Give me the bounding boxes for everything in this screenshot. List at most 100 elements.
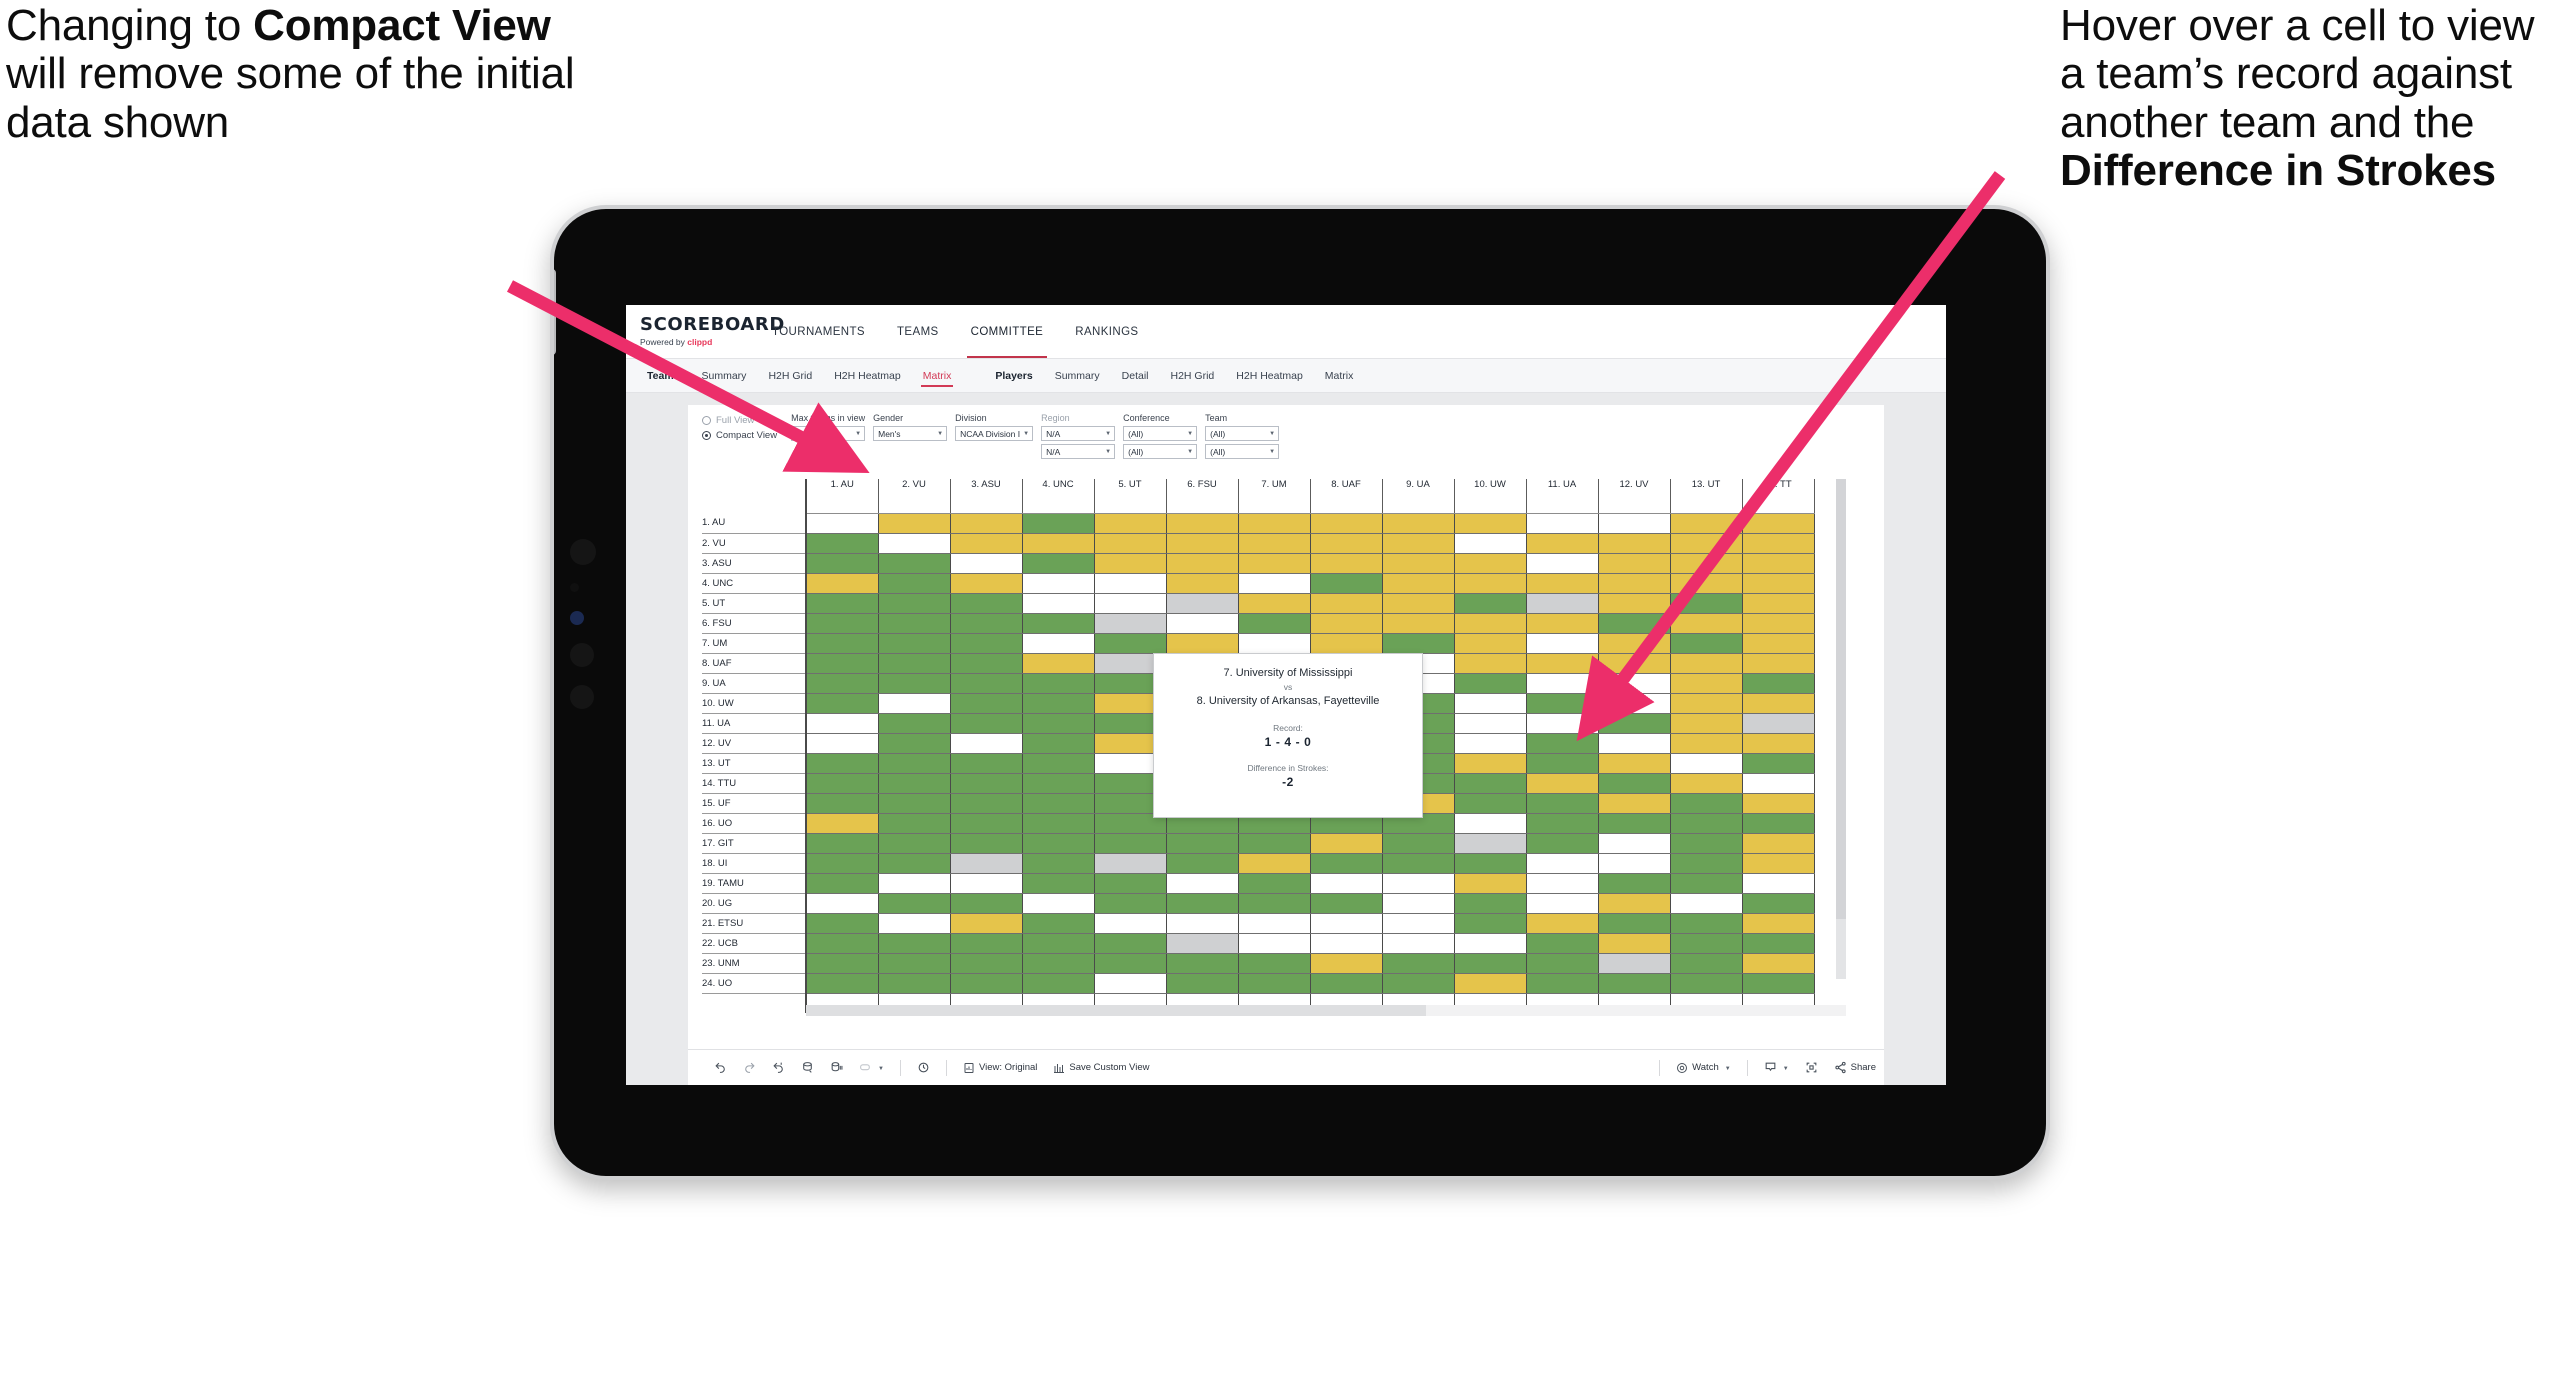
matrix-cell[interactable] [1382, 593, 1455, 614]
matrix-cell[interactable] [1670, 573, 1743, 594]
matrix-cell[interactable] [1598, 913, 1671, 934]
matrix-row-header[interactable]: 20. UG [702, 893, 807, 914]
matrix-cell[interactable] [1670, 753, 1743, 774]
matrix-cell[interactable] [1022, 533, 1095, 554]
matrix-row-header[interactable]: 16. UO [702, 813, 807, 834]
matrix-cell[interactable] [950, 973, 1023, 994]
matrix-cell[interactable] [805, 793, 879, 814]
matrix-cell[interactable] [1238, 873, 1311, 894]
matrix-cell[interactable] [1670, 793, 1743, 814]
matrix-cell[interactable] [1742, 613, 1815, 634]
matrix-cell[interactable] [1022, 773, 1095, 794]
matrix-cell[interactable] [878, 713, 951, 734]
matrix-cell[interactable] [805, 933, 879, 954]
matrix-cell[interactable] [1454, 673, 1527, 694]
subnav-item-players-summary[interactable]: Summary [1044, 359, 1111, 393]
matrix-cell[interactable] [950, 853, 1023, 874]
matrix-cell[interactable] [1742, 513, 1815, 534]
matrix-cell[interactable] [1238, 933, 1311, 954]
matrix-cell[interactable] [805, 693, 879, 714]
matrix-cell[interactable] [1094, 613, 1167, 634]
matrix-cell[interactable] [1742, 573, 1815, 594]
matrix-cell[interactable] [1382, 913, 1455, 934]
matrix-cell[interactable] [1310, 533, 1383, 554]
matrix-row-header[interactable]: 23. UNM [702, 953, 807, 974]
matrix-cell[interactable] [1742, 793, 1815, 814]
matrix-cell[interactable] [1526, 793, 1599, 814]
matrix-cell[interactable] [1454, 513, 1527, 534]
matrix-cell[interactable] [950, 873, 1023, 894]
matrix-cell[interactable] [1094, 893, 1167, 914]
matrix-cell[interactable] [1670, 873, 1743, 894]
matrix-cell[interactable] [878, 793, 951, 814]
matrix-cell[interactable] [1526, 633, 1599, 654]
matrix-cell[interactable] [1598, 593, 1671, 614]
matrix-cell[interactable] [1238, 893, 1311, 914]
matrix-cell[interactable] [1670, 673, 1743, 694]
matrix-row-header[interactable]: 8. UAF [702, 653, 807, 674]
matrix-cell[interactable] [1310, 913, 1383, 934]
topnav-item-committee[interactable]: COMMITTEE [955, 305, 1060, 358]
matrix-row-header[interactable]: 1. AU [702, 513, 807, 534]
matrix-col-header[interactable]: 13. UT [1670, 479, 1743, 514]
matrix-cell[interactable] [1742, 633, 1815, 654]
matrix-cell[interactable] [805, 893, 879, 914]
vertical-scrollbar[interactable] [1836, 479, 1846, 979]
matrix-cell[interactable] [1094, 853, 1167, 874]
matrix-col-header[interactable]: 10. UW [1454, 479, 1527, 514]
matrix-cell[interactable] [1526, 713, 1599, 734]
matrix-cell[interactable] [1742, 593, 1815, 614]
matrix-row-header[interactable]: 5. UT [702, 593, 807, 614]
matrix-row-header[interactable]: 18. UI [702, 853, 807, 874]
matrix-cell[interactable] [950, 513, 1023, 534]
matrix-cell[interactable] [950, 713, 1023, 734]
toolbar-redo-button[interactable] [735, 1061, 764, 1074]
matrix-cell[interactable] [1094, 873, 1167, 894]
matrix-cell[interactable] [805, 713, 879, 734]
matrix-cell[interactable] [1454, 853, 1527, 874]
matrix-cell[interactable] [1166, 833, 1239, 854]
filter-region-select-2[interactable]: N/A ▼ [1041, 444, 1116, 459]
matrix-cell[interactable] [878, 893, 951, 914]
matrix-cell[interactable] [1382, 633, 1455, 654]
matrix-cell[interactable] [1094, 593, 1167, 614]
matrix-cell[interactable] [1310, 833, 1383, 854]
matrix-col-header[interactable]: 11. UA [1526, 479, 1599, 514]
matrix-col-header[interactable]: 2. VU [878, 479, 951, 514]
matrix-cell[interactable] [1238, 553, 1311, 574]
matrix-cell[interactable] [1598, 573, 1671, 594]
matrix-cell[interactable] [1670, 893, 1743, 914]
matrix-cell[interactable] [1526, 833, 1599, 854]
matrix-cell[interactable] [1598, 613, 1671, 634]
filter-team-select-2[interactable]: (All) ▼ [1205, 444, 1280, 459]
matrix-cell[interactable] [1166, 513, 1239, 534]
matrix-cell[interactable] [1742, 773, 1815, 794]
matrix-cell[interactable] [1310, 633, 1383, 654]
matrix-cell[interactable] [1598, 653, 1671, 674]
matrix-cell[interactable] [950, 613, 1023, 634]
filter-conference-select-1[interactable]: (All) ▼ [1123, 426, 1198, 441]
matrix-cell[interactable] [878, 833, 951, 854]
matrix-cell[interactable] [1742, 673, 1815, 694]
matrix-cell[interactable] [1022, 573, 1095, 594]
matrix-cell[interactable] [1310, 933, 1383, 954]
matrix-cell[interactable] [1310, 513, 1383, 534]
matrix-cell[interactable] [950, 673, 1023, 694]
matrix-cell[interactable] [805, 653, 879, 674]
matrix-cell[interactable] [1454, 553, 1527, 574]
matrix-cell[interactable] [1670, 933, 1743, 954]
matrix-cell[interactable] [1166, 913, 1239, 934]
matrix-row-header[interactable]: 2. VU [702, 533, 807, 554]
matrix-cell[interactable] [1454, 933, 1527, 954]
matrix-cell[interactable] [878, 593, 951, 614]
toolbar-pause-refresh-button[interactable] [822, 1061, 851, 1074]
matrix-cell[interactable] [1598, 813, 1671, 834]
matrix-cell[interactable] [1022, 713, 1095, 734]
matrix-cell[interactable] [1598, 973, 1671, 994]
matrix-cell[interactable] [1670, 513, 1743, 534]
matrix-cell[interactable] [1382, 853, 1455, 874]
matrix-cell[interactable] [950, 593, 1023, 614]
matrix-cell[interactable] [805, 833, 879, 854]
matrix-cell[interactable] [1526, 593, 1599, 614]
matrix-cell[interactable] [1382, 613, 1455, 634]
